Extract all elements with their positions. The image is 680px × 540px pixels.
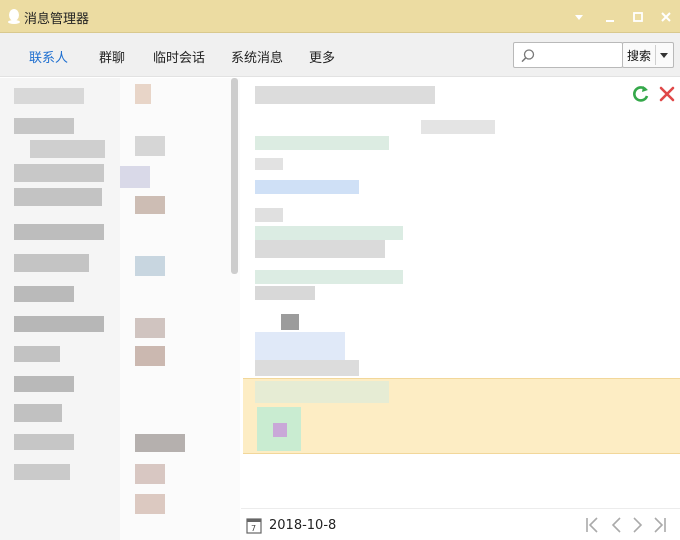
search-button-label: 搜索 [627,48,652,63]
current-date: 2018-10-8 [269,518,337,533]
search-button[interactable]: 搜索 [622,42,674,68]
contact-list[interactable] [0,78,240,540]
contact-row[interactable] [14,464,70,480]
contact-row[interactable] [14,404,62,422]
search-icon [521,49,535,63]
message-item [281,314,299,330]
contact-avatar [135,434,185,452]
message-item [255,226,403,240]
footer-bar: 7 2018-10-8 [241,508,680,540]
contact-row[interactable] [14,376,74,392]
title-bar: 消息管理器 [0,0,680,33]
message-item [255,180,359,194]
message-item [255,158,283,170]
delete-icon[interactable] [657,84,677,104]
contact-avatar [135,256,165,276]
tab-temp-session[interactable]: 临时会话 [153,47,205,66]
contact-avatar [135,318,165,338]
emoji-image-center [273,423,287,437]
selected-message-row[interactable] [243,378,680,454]
message-meta [421,120,495,134]
contact-row[interactable] [14,316,104,332]
first-page-icon[interactable] [584,516,600,534]
dropdown-button[interactable] [567,6,591,28]
message-item [255,240,385,258]
contact-list-scrollbar-thumb[interactable] [231,78,238,274]
minimize-button[interactable] [598,6,622,28]
contact-row[interactable] [30,140,105,158]
tab-system-messages[interactable]: 系统消息 [231,47,283,66]
contact-row[interactable] [14,88,84,104]
contact-row[interactable] [14,188,102,206]
selected-message-text [255,381,389,403]
calendar-icon[interactable]: 7 [246,517,262,534]
tab-more[interactable]: 更多 [309,47,335,66]
message-view[interactable] [241,78,680,508]
contact-avatar [135,136,165,156]
maximize-button[interactable] [626,6,650,28]
message-item [255,270,403,284]
contact-row[interactable] [14,254,89,272]
prev-page-icon[interactable] [608,516,624,534]
contact-row[interactable] [14,224,104,240]
svg-text:7: 7 [251,524,256,533]
window-title: 消息管理器 [24,12,90,27]
contact-row[interactable] [14,434,74,450]
close-icon [661,12,671,22]
search-box [513,42,623,68]
tab-group-chat[interactable]: 群聊 [99,47,125,66]
message-item [255,286,315,300]
contact-avatar [135,464,165,484]
contact-row[interactable] [14,286,74,302]
message-header [255,86,435,104]
contact-row[interactable] [14,346,60,362]
contact-avatar [135,84,151,104]
search-button-divider [655,45,656,65]
contact-row[interactable] [14,118,74,134]
dropdown-icon [575,15,583,20]
search-input[interactable] [538,46,618,64]
minimize-icon [606,20,614,22]
maximize-icon [633,12,643,22]
qq-penguin-icon [8,9,20,24]
message-item [255,136,389,150]
next-page-icon[interactable] [630,516,646,534]
contact-avatar [135,196,165,214]
chevron-down-icon[interactable] [658,49,670,61]
contact-row[interactable] [14,164,104,182]
contact-avatar [135,346,165,366]
tab-contacts[interactable]: 联系人 [29,47,68,66]
refresh-icon[interactable] [631,84,651,104]
tab-bar: 联系人 群聊 临时会话 系统消息 更多 搜索 [0,33,680,77]
message-item [255,360,359,376]
message-item [255,332,345,362]
last-page-icon[interactable] [652,516,668,534]
message-item [255,208,283,222]
contact-avatar [120,166,150,188]
contact-avatar [135,494,165,514]
close-button[interactable] [654,6,678,28]
